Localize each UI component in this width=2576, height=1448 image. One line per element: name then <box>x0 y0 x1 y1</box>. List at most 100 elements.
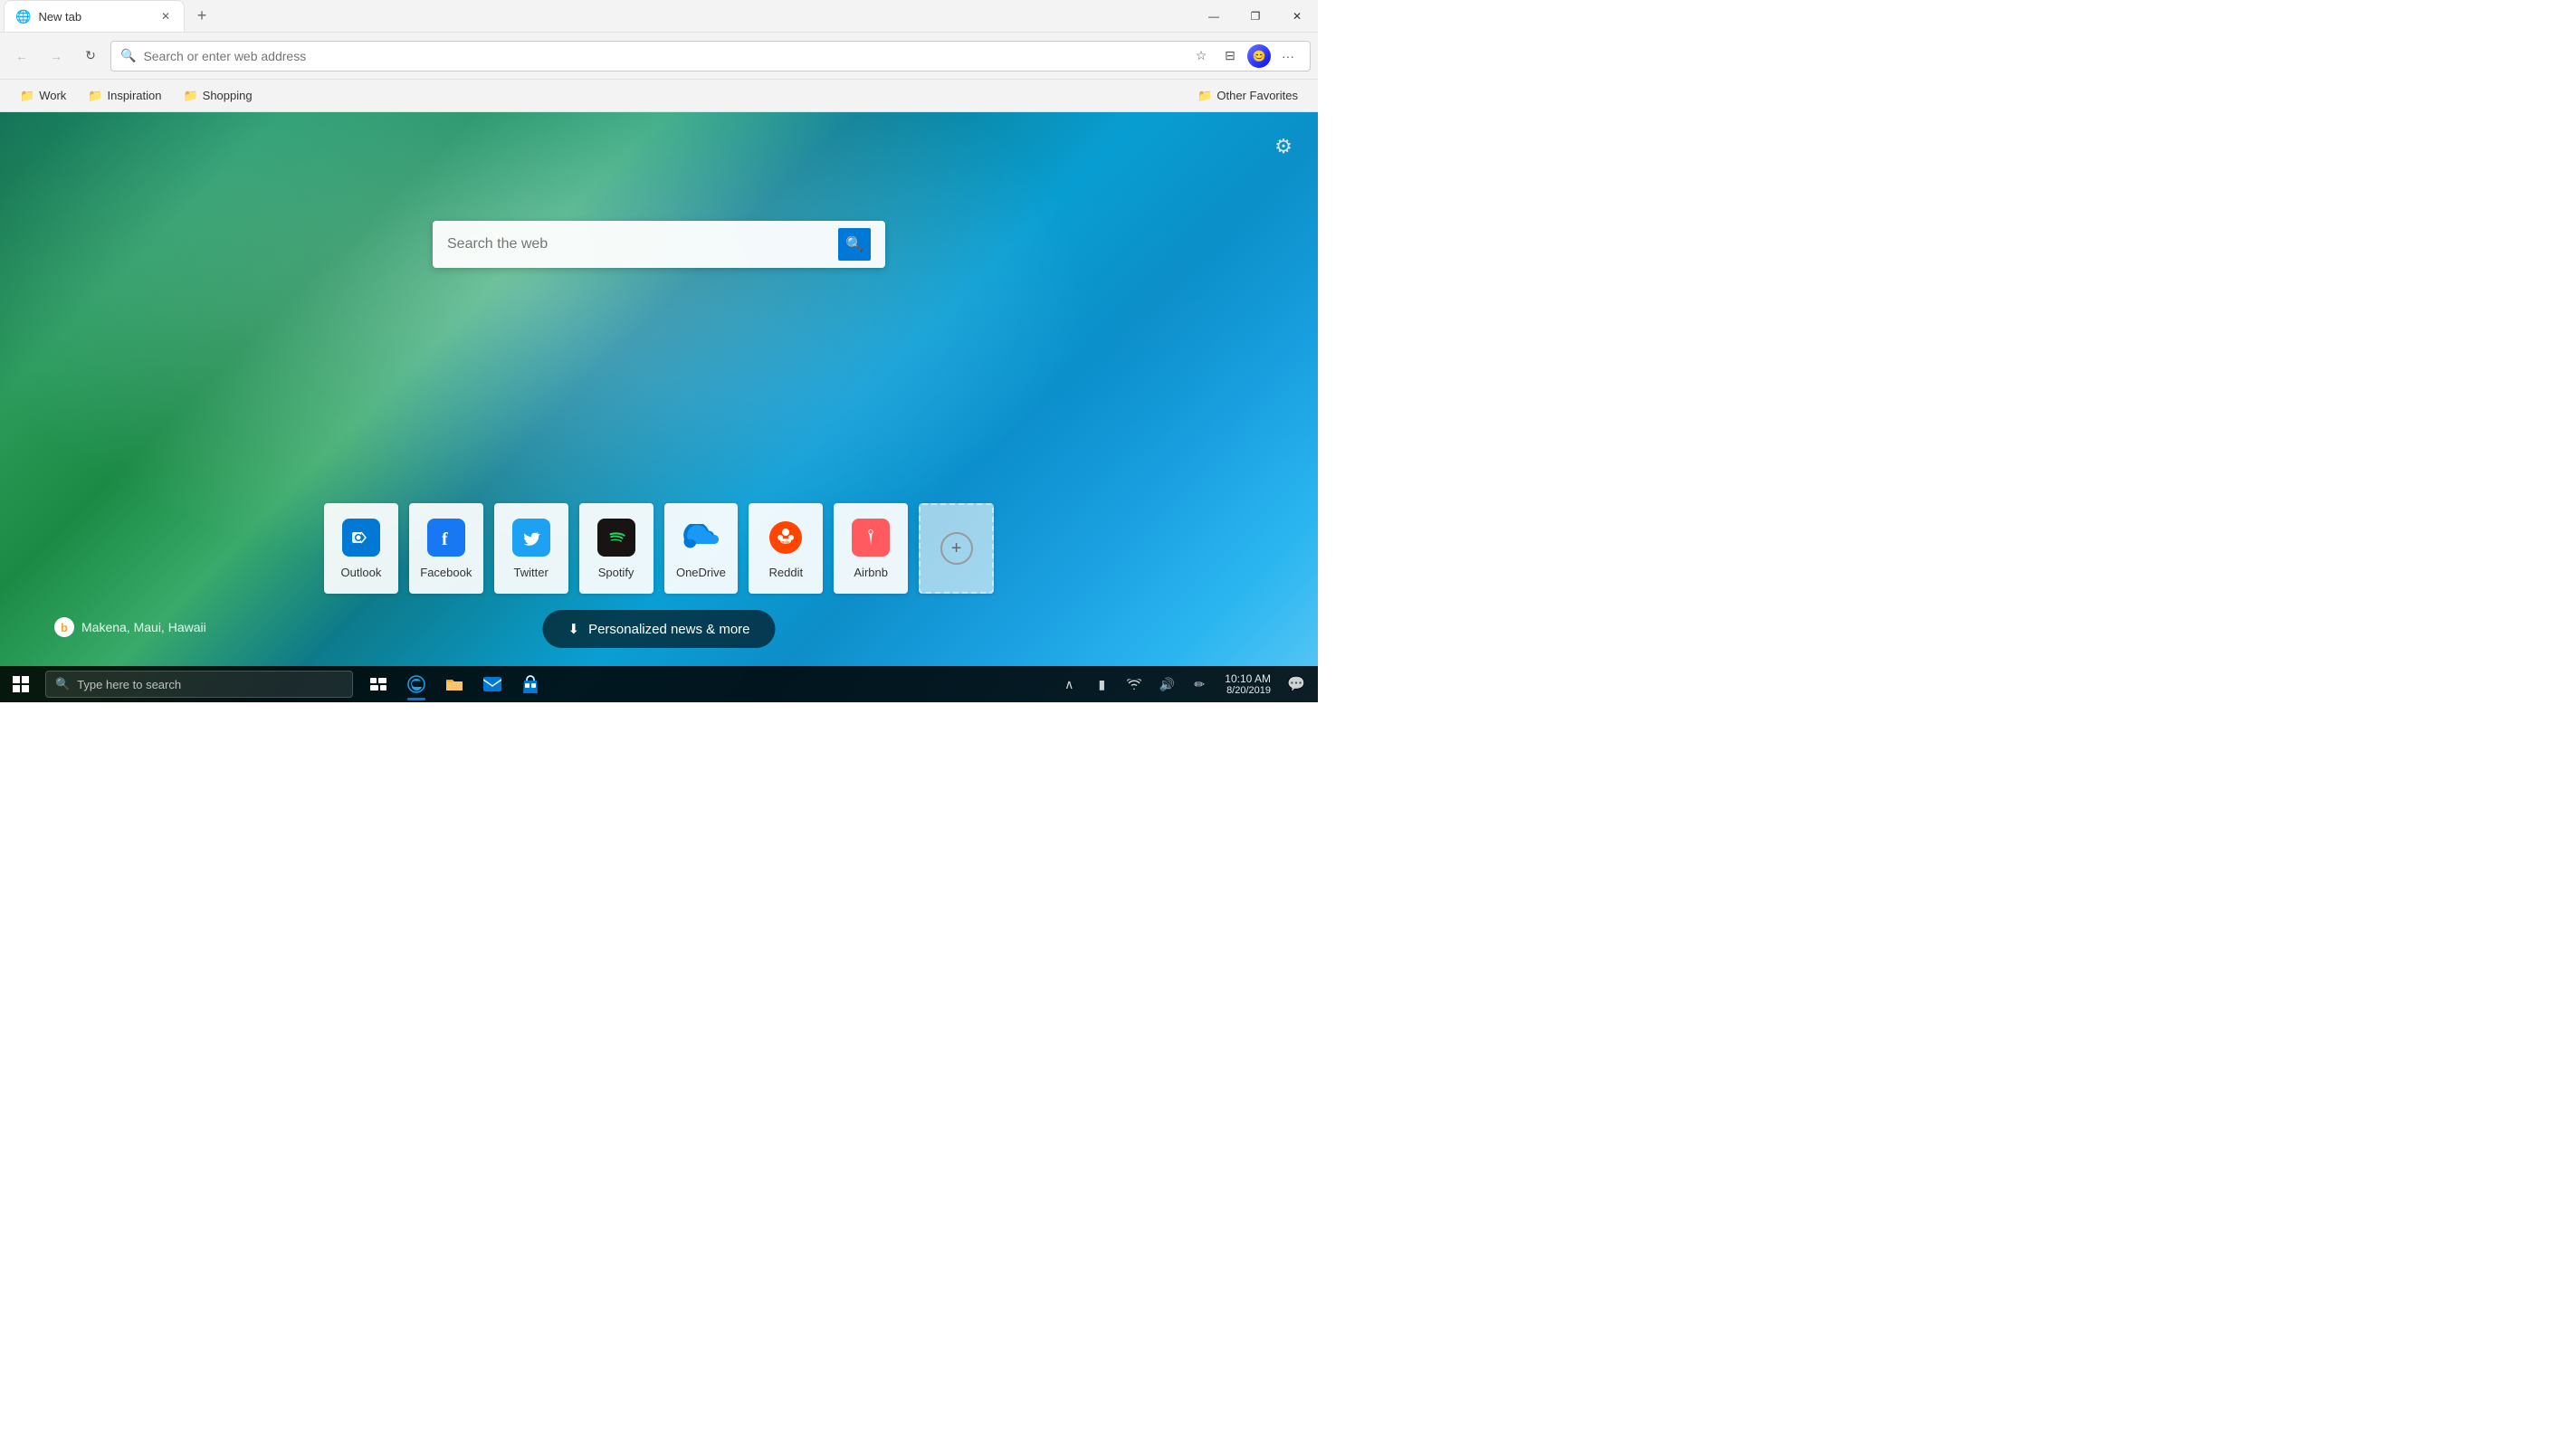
quick-link-onedrive[interactable]: OneDrive <box>664 503 739 594</box>
task-view-icon <box>370 678 386 691</box>
spotify-label: Spotify <box>598 566 634 579</box>
store-icon <box>522 675 539 693</box>
pen-icon[interactable]: ✏ <box>1185 670 1214 699</box>
mail-taskbar-button[interactable] <box>474 666 510 702</box>
taskbar-search[interactable]: 🔍 Type here to search <box>45 671 353 698</box>
profile-button[interactable]: 😊 <box>1246 43 1272 69</box>
reddit-label: Reddit <box>769 566 804 579</box>
quick-link-reddit[interactable]: smile Reddit <box>749 503 823 594</box>
taskbar-search-icon: 🔍 <box>55 677 70 691</box>
quick-link-facebook[interactable]: f Facebook <box>409 503 483 594</box>
airbnb-icon <box>852 519 890 557</box>
outlook-label: Outlook <box>341 566 382 579</box>
address-input[interactable] <box>143 49 1181 63</box>
bookmark-inspiration-label: Inspiration <box>107 89 161 102</box>
folder-icon: 📁 <box>1197 89 1212 103</box>
battery-icon[interactable]: ▮ <box>1087 670 1116 699</box>
maximize-button[interactable]: ❐ <box>1235 0 1276 32</box>
address-actions: ☆ ⊟ 😊 ··· <box>1188 43 1301 69</box>
taskbar-icons <box>360 666 549 702</box>
volume-icon[interactable]: 🔊 <box>1152 670 1181 699</box>
down-arrow-icon: ⬇ <box>568 621 580 637</box>
navbar: ← → ↻ 🔍 ☆ ⊟ 😊 ··· <box>0 33 1318 80</box>
other-favorites[interactable]: 📁 Other Favorites <box>1188 85 1307 107</box>
file-explorer-taskbar-button[interactable] <box>436 666 472 702</box>
edge-taskbar-button[interactable] <box>398 666 434 702</box>
windows-icon <box>13 676 29 692</box>
folder-icon: 📁 <box>183 89 197 103</box>
tab-strip: 🌐 New tab ✕ + <box>0 0 1193 32</box>
svg-text:f: f <box>442 529 448 549</box>
taskbar: 🔍 Type here to search <box>0 666 1318 702</box>
folder-icon: 📁 <box>20 89 34 103</box>
window-controls: — ❐ ✕ <box>1193 0 1318 32</box>
search-button[interactable]: 🔍 <box>838 228 871 261</box>
refresh-button[interactable]: ↻ <box>76 42 105 71</box>
taskbar-search-text: Type here to search <box>77 678 181 691</box>
add-icon: + <box>940 532 973 565</box>
search-container: 🔍 <box>433 221 885 268</box>
bookmark-work-label: Work <box>39 89 66 102</box>
user-avatar[interactable]: 😊 <box>1247 44 1271 68</box>
minimize-button[interactable]: — <box>1193 0 1235 32</box>
page-settings-button[interactable]: ⚙ <box>1267 130 1300 163</box>
location-label: Makena, Maui, Hawaii <box>81 620 206 634</box>
tab-close-button[interactable]: ✕ <box>158 9 173 24</box>
notifications-button[interactable]: 💬 <box>1282 670 1311 699</box>
system-clock[interactable]: 10:10 AM 8/20/2019 <box>1217 672 1278 696</box>
new-tab-button[interactable]: + <box>188 3 215 30</box>
quick-links: Outlook f Facebook Twitter <box>324 503 994 594</box>
more-button[interactable]: ··· <box>1275 43 1301 69</box>
wifi-signal-icon <box>1127 679 1141 690</box>
bookmark-shopping[interactable]: 📁 Shopping <box>174 85 261 107</box>
airbnb-label: Airbnb <box>854 566 888 579</box>
address-bar[interactable]: 🔍 ☆ ⊟ 😊 ··· <box>110 41 1311 71</box>
folder-icon: 📁 <box>88 89 102 103</box>
twitter-icon <box>512 519 550 557</box>
caret-icon[interactable]: ∧ <box>1054 670 1083 699</box>
active-tab[interactable]: 🌐 New tab ✕ <box>4 0 185 32</box>
bookmarks-bar: 📁 Work 📁 Inspiration 📁 Shopping 📁 Other … <box>0 80 1318 112</box>
clock-date: 8/20/2019 <box>1226 685 1271 696</box>
quick-link-outlook[interactable]: Outlook <box>324 503 398 594</box>
clock-time: 10:10 AM <box>1225 672 1271 685</box>
search-box[interactable]: 🔍 <box>433 221 885 268</box>
twitter-label: Twitter <box>514 566 549 579</box>
store-taskbar-button[interactable] <box>512 666 549 702</box>
main-content: ⚙ 🔍 Outlook <box>0 112 1318 702</box>
file-explorer-icon <box>445 676 463 692</box>
back-button[interactable]: ← <box>7 42 36 71</box>
bookmark-shopping-label: Shopping <box>203 89 253 102</box>
close-button[interactable]: ✕ <box>1276 0 1318 32</box>
add-quick-link-button[interactable]: + <box>919 503 994 594</box>
bing-logo: b <box>54 617 74 637</box>
bookmark-inspiration[interactable]: 📁 Inspiration <box>79 85 170 107</box>
gear-icon: ⚙ <box>1274 135 1293 158</box>
bookmark-work[interactable]: 📁 Work <box>11 85 75 107</box>
location-info: b Makena, Maui, Hawaii <box>54 617 206 637</box>
forward-button[interactable]: → <box>42 42 71 71</box>
quick-link-spotify[interactable]: Spotify <box>579 503 654 594</box>
wifi-icon[interactable] <box>1120 670 1149 699</box>
outlook-icon <box>342 519 380 557</box>
start-button[interactable] <box>0 666 42 702</box>
collections-icon[interactable]: ⊟ <box>1217 43 1243 69</box>
spotify-icon <box>597 519 635 557</box>
tab-label: New tab <box>38 10 81 24</box>
onedrive-icon <box>682 519 720 557</box>
facebook-icon: f <box>427 519 465 557</box>
onedrive-label: OneDrive <box>676 566 726 579</box>
favorites-icon[interactable]: ☆ <box>1188 43 1214 69</box>
web-search-input[interactable] <box>447 236 838 252</box>
other-favorites-label: Other Favorites <box>1216 89 1298 102</box>
quick-link-airbnb[interactable]: Airbnb <box>834 503 908 594</box>
news-btn-label: Personalized news & more <box>588 622 749 637</box>
search-icon: 🔍 <box>845 235 863 253</box>
quick-link-twitter[interactable]: Twitter <box>494 503 568 594</box>
facebook-label: Facebook <box>420 566 472 579</box>
task-view-button[interactable] <box>360 666 396 702</box>
personalized-news-button[interactable]: ⬇ Personalized news & more <box>543 610 776 648</box>
mail-icon <box>483 677 501 691</box>
reddit-icon: smile <box>767 519 805 557</box>
titlebar: 🌐 New tab ✕ + — ❐ ✕ <box>0 0 1318 33</box>
